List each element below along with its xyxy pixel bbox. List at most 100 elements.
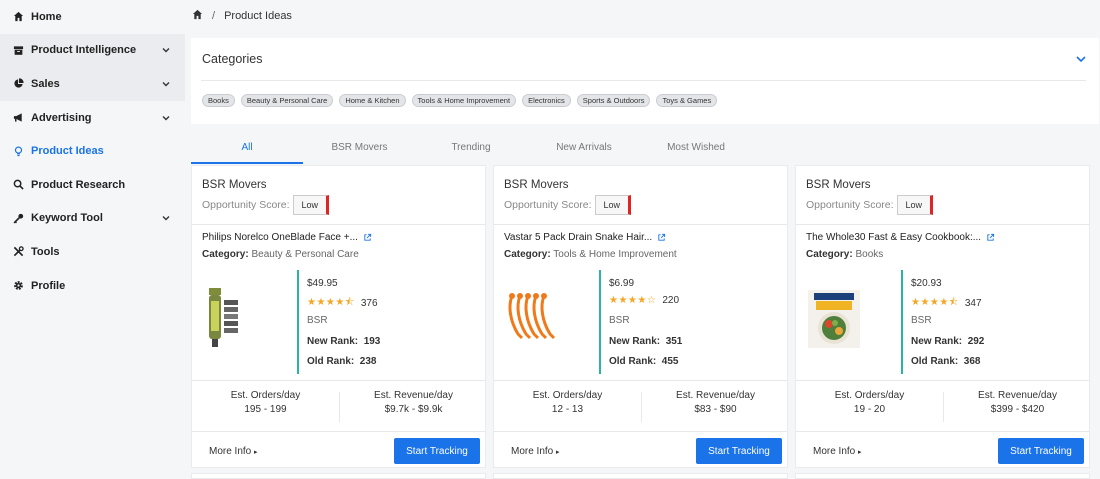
category-label: Category:	[504, 249, 551, 260]
est-revenue-label: Est. Revenue/day	[676, 390, 755, 401]
category-chip[interactable]: Beauty & Personal Care	[240, 94, 334, 107]
sidebar-item-product-intelligence[interactable]: Product Intelligence	[0, 33, 185, 68]
product-price: $6.99	[609, 278, 635, 289]
divider	[192, 431, 485, 432]
sidebar-item-product-ideas[interactable]: Product Ideas	[0, 134, 185, 168]
divider	[796, 224, 1089, 225]
category-chip[interactable]: Sports & Outdoors	[576, 94, 651, 107]
product-card	[795, 473, 1090, 479]
tab-new-arrivals[interactable]: New Arrivals	[534, 136, 634, 164]
opportunity-label: Opportunity Score:	[504, 199, 592, 211]
opportunity-score: Opportunity Score: Low	[202, 195, 330, 215]
product-name: The Whole30 Fast & Easy Cookbook:...	[806, 232, 982, 243]
start-tracking-button[interactable]: Start Tracking	[998, 438, 1084, 464]
est-orders: Est. Orders/day 195 - 199	[192, 390, 339, 415]
new-rank: New Rank: 193	[307, 336, 380, 347]
product-name-link[interactable]: The Whole30 Fast & Easy Cookbook:...	[806, 232, 995, 243]
start-tracking-button[interactable]: Start Tracking	[696, 438, 782, 464]
review-count: 220	[662, 295, 680, 306]
caret-right-icon: ▸	[556, 449, 560, 456]
product-name-link[interactable]: Philips Norelco OneBlade Face +...	[202, 232, 372, 243]
category-label: Category:	[202, 249, 249, 260]
home-icon	[13, 11, 24, 22]
card-type: BSR Movers	[202, 179, 267, 191]
sidebar-item-tools[interactable]: Tools	[0, 235, 185, 269]
more-info-link[interactable]: More Info ▸	[209, 446, 258, 457]
category-value: Beauty & Personal Care	[251, 249, 359, 260]
stats-accent-bar	[901, 270, 903, 374]
product-rating: ★★★★⯪ 376	[307, 295, 378, 312]
category-chip[interactable]: Home & Kitchen	[339, 94, 406, 107]
breadcrumb-separator: /	[212, 10, 216, 22]
sidebar-item-label: Keyword Tool	[31, 212, 103, 225]
caret-right-icon: ▸	[858, 449, 862, 456]
product-card: BSR Movers Opportunity Score: Low Philip…	[191, 165, 486, 468]
divider	[192, 380, 485, 381]
old-rank-label: Old Rank:	[609, 356, 657, 367]
new-rank: New Rank: 351	[609, 336, 682, 347]
caret-right-icon: ▸	[254, 449, 258, 456]
product-image[interactable]	[808, 290, 860, 348]
sidebar-item-profile[interactable]: Profile	[0, 269, 185, 303]
chevron-down-icon	[162, 115, 170, 121]
star-rating: ★★★★⯪	[307, 297, 355, 308]
product-image[interactable]	[204, 286, 249, 348]
old-rank: Old Rank: 238	[307, 356, 376, 367]
stats-accent-bar	[599, 270, 601, 374]
sidebar-item-home[interactable]: Home	[0, 0, 185, 34]
divider	[201, 80, 1086, 81]
est-revenue-value: $9.7k - $9.9k	[384, 404, 443, 415]
old-rank-label: Old Rank:	[911, 356, 959, 367]
category-chip[interactable]: Electronics	[522, 94, 571, 107]
more-info-link[interactable]: More Info ▸	[813, 446, 862, 457]
category-chip[interactable]: Tools & Home Improvement	[411, 94, 517, 107]
new-rank: New Rank: 292	[911, 336, 984, 347]
category-value: Books	[855, 249, 884, 260]
est-revenue: Est. Revenue/day $83 - $90	[642, 390, 789, 415]
start-tracking-button[interactable]: Start Tracking	[394, 438, 480, 464]
external-link-icon[interactable]	[363, 233, 372, 242]
lightbulb-icon	[13, 146, 24, 157]
product-name: Philips Norelco OneBlade Face +...	[202, 232, 358, 243]
old-rank-value: 368	[963, 356, 981, 367]
tab-bar: All BSR Movers Trending New Arrivals Mos…	[191, 136, 1099, 164]
product-image[interactable]	[504, 286, 560, 348]
sidebar-item-keyword-tool[interactable]: Keyword Tool	[0, 202, 185, 236]
sidebar-item-advertising[interactable]: Advertising	[0, 101, 185, 135]
new-rank-label: New Rank:	[307, 336, 359, 347]
stats-accent-bar	[297, 270, 299, 374]
category-label: Category:	[806, 249, 853, 260]
tab-trending[interactable]: Trending	[423, 136, 519, 164]
sidebar-item-label: Product Intelligence	[31, 44, 137, 57]
est-revenue: Est. Revenue/day $399 - $420	[944, 390, 1091, 415]
category-chip[interactable]: Books	[202, 94, 235, 107]
external-link-icon[interactable]	[657, 233, 666, 242]
bsr-label: BSR	[911, 315, 932, 326]
new-rank-label: New Rank:	[609, 336, 661, 347]
tab-most-wished[interactable]: Most Wished	[646, 136, 746, 164]
category-chips: Books Beauty & Personal Care Home & Kitc…	[202, 94, 718, 107]
tab-all[interactable]: All	[191, 136, 303, 164]
product-name-link[interactable]: Vastar 5 Pack Drain Snake Hair...	[504, 232, 666, 243]
opportunity-label: Opportunity Score:	[202, 199, 290, 211]
external-link-icon[interactable]	[986, 233, 995, 242]
chevron-down-icon[interactable]	[1075, 54, 1087, 64]
divider	[796, 431, 1089, 432]
category-chip[interactable]: Toys & Games	[656, 94, 718, 107]
new-rank-value: 193	[363, 336, 381, 347]
old-rank-value: 238	[359, 356, 377, 367]
product-category: Category: Books	[806, 249, 883, 260]
est-revenue-value: $399 - $420	[990, 404, 1045, 415]
product-price: $20.93	[911, 278, 942, 289]
tab-bsr-movers[interactable]: BSR Movers	[311, 136, 408, 164]
home-icon[interactable]	[192, 9, 203, 23]
sidebar-item-sales[interactable]: Sales	[0, 67, 185, 101]
sidebar-item-label: Tools	[31, 245, 60, 258]
product-rating: ★★★★⯪ 347	[911, 295, 982, 312]
more-info-link[interactable]: More Info ▸	[511, 446, 560, 457]
est-orders: Est. Orders/day 12 - 13	[494, 390, 641, 415]
product-price: $49.95	[307, 278, 338, 289]
star-rating: ★★★★⯪	[911, 297, 959, 308]
chart-pie-icon	[13, 78, 24, 89]
sidebar-item-product-research[interactable]: Product Research	[0, 168, 185, 202]
